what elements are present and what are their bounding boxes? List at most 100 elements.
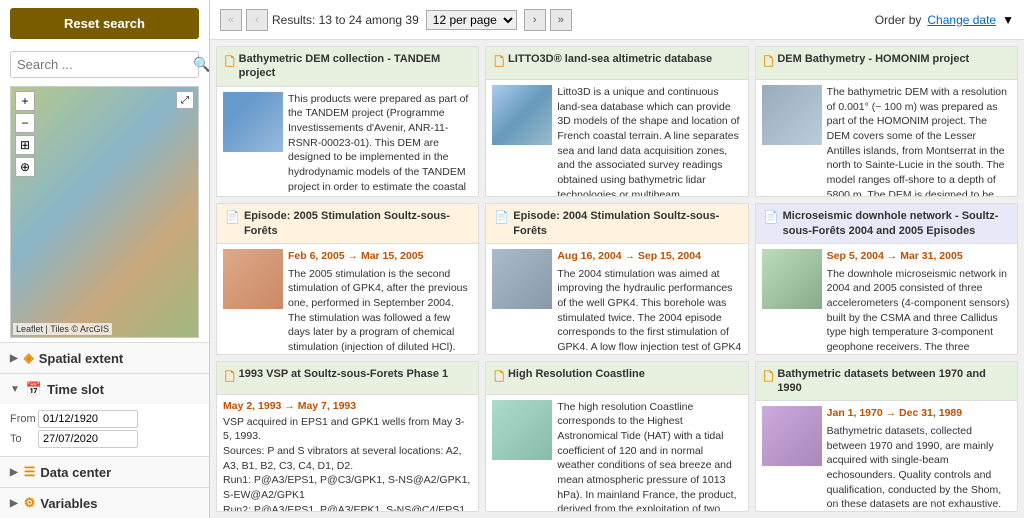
- card-text-coastline: The high resolution Coastline correspond…: [557, 400, 741, 512]
- card-date-ep2005: Feb 6, 2005 → Mar 15, 2005: [288, 249, 472, 264]
- chevron-right-icon: ▶: [10, 353, 18, 364]
- change-date-link[interactable]: Change date: [927, 13, 996, 27]
- card-text-ep2004: Aug 16, 2004 → Sep 15, 2004 The 2004 sti…: [557, 249, 741, 355]
- map-zoom-in-button[interactable]: +: [15, 91, 35, 111]
- sidebar-section-variables: ▶ ⚙ Variables: [0, 487, 209, 518]
- search-icon-button[interactable]: 🔍: [193, 56, 210, 73]
- order-by-label: Order by: [875, 13, 922, 27]
- to-date-input[interactable]: [38, 430, 138, 448]
- from-label: From: [10, 413, 38, 425]
- card-title-vsp: 1993 VSP at Soultz-sous-Forets Phase 1: [239, 367, 448, 381]
- card-header-vsp: 🗋 1993 VSP at Soultz-sous-Forets Phase 1: [217, 362, 478, 395]
- sidebar-item-spatial-extent[interactable]: ▶ ◈ Spatial extent: [0, 343, 209, 373]
- result-card-ep2004: 📄 Episode: 2004 Stimulation Soultz-sous-…: [485, 203, 748, 354]
- time-slot-content: From To: [0, 404, 209, 456]
- prev-page-button[interactable]: ‹: [246, 9, 268, 31]
- card-thumbnail-ep2005: [223, 249, 283, 309]
- card-thumbnail-bathy7090: [762, 406, 822, 466]
- map-placeholder: [11, 87, 198, 337]
- card-header-ep2004: 📄 Episode: 2004 Stimulation Soultz-sous-…: [486, 204, 747, 244]
- main-content: « ‹ Results: 13 to 24 among 39 12 per pa…: [210, 0, 1024, 518]
- result-card-tandem: 🗋 Bathymetric DEM collection - TANDEM pr…: [216, 46, 479, 197]
- result-card-homonim: 🗋 DEM Bathymetry - HOMONIM project The b…: [755, 46, 1018, 197]
- card-text-tandem: This products were prepared as part of t…: [288, 92, 472, 198]
- map-location-button[interactable]: ⊕: [15, 157, 35, 177]
- next-page-button[interactable]: ›: [524, 9, 546, 31]
- variables-icon: ⚙: [24, 495, 36, 511]
- card-header-bathy7090: 🗋 Bathymetric datasets between 1970 and …: [756, 362, 1017, 402]
- from-date-input[interactable]: [38, 410, 138, 428]
- card-text-homonim: The bathymetric DEM with a resolution of…: [827, 85, 1011, 197]
- card-title-homonim: DEM Bathymetry - HOMONIM project: [777, 52, 969, 66]
- card-date-vsp: May 2, 1993 → May 7, 1993: [223, 400, 472, 412]
- card-header-tandem: 🗋 Bathymetric DEM collection - TANDEM pr…: [217, 47, 478, 87]
- card-body-ep2004: Aug 16, 2004 → Sep 15, 2004 The 2004 sti…: [486, 244, 747, 355]
- sidebar-section-datacenter: ▶ ☰ Data center: [0, 456, 209, 487]
- calendar-icon: 📅: [26, 381, 42, 397]
- dataset-icon-bathy7090: 🗋: [764, 368, 774, 389]
- card-thumbnail-litto3d: [492, 85, 552, 145]
- map-controls: + − ⊞ ⊕: [15, 91, 35, 177]
- data-center-label: Data center: [40, 465, 111, 480]
- card-text-bathy7090: Jan 1, 1970 → Dec 31, 1989 Bathymetric d…: [827, 406, 1011, 512]
- dataset-icon2: 🗋: [494, 53, 504, 74]
- per-page-select[interactable]: 12 per page 24 per page 48 per page: [426, 10, 517, 30]
- chevron-right-icon2: ▶: [10, 467, 18, 478]
- card-date-micro: Sep 5, 2004 → Mar 31, 2005: [827, 249, 1011, 264]
- card-body-homonim: The bathymetric DEM with a resolution of…: [756, 80, 1017, 197]
- card-body-tandem: This products were prepared as part of t…: [217, 87, 478, 198]
- card-thumbnail-homonim: [762, 85, 822, 145]
- to-label: To: [10, 433, 38, 445]
- spatial-extent-label: Spatial extent: [39, 351, 124, 366]
- card-title-ep2004: Episode: 2004 Stimulation Soultz-sous-Fo…: [513, 209, 739, 238]
- sidebar-section-spatial: ▶ ◈ Spatial extent: [0, 342, 209, 373]
- result-card-coastline: 🗋 High Resolution Coastline The high res…: [485, 361, 748, 512]
- dataset-icon-coastline: 🗋: [494, 368, 504, 389]
- episode-icon2: 📄: [494, 210, 509, 224]
- card-header-coastline: 🗋 High Resolution Coastline: [486, 362, 747, 395]
- card-header-litto3d: 🗋 LITTO3D® land-sea altimetric database: [486, 47, 747, 80]
- card-title-coastline: High Resolution Coastline: [508, 367, 645, 381]
- reset-search-button[interactable]: Reset search: [10, 8, 199, 39]
- sidebar-item-data-center[interactable]: ▶ ☰ Data center: [0, 457, 209, 487]
- results-count-text: Results: 13 to 24 among 39: [272, 13, 419, 27]
- card-body-coastline: The high resolution Coastline correspond…: [486, 395, 747, 512]
- card-text-ep2005: Feb 6, 2005 → Mar 15, 2005 The 2005 stim…: [288, 249, 472, 355]
- card-title-micro: Microseismic downhole network - Soultz-s…: [783, 209, 1009, 238]
- card-header-homonim: 🗋 DEM Bathymetry - HOMONIM project: [756, 47, 1017, 80]
- card-body-bathy7090: Jan 1, 1970 → Dec 31, 1989 Bathymetric d…: [756, 401, 1017, 512]
- card-title-bathy7090: Bathymetric datasets between 1970 and 19…: [777, 367, 1009, 396]
- map-attribution: Leaflet | Tiles © ArcGIS: [13, 323, 112, 335]
- sidebar: Reset search 🔍 + − ⊞ ⊕ ⤢ Leaflet | Tiles…: [0, 0, 210, 518]
- card-thumbnail-micro: [762, 249, 822, 309]
- card-text-litto3d: Litto3D is a unique and continuous land-…: [557, 85, 741, 197]
- topbar: « ‹ Results: 13 to 24 among 39 12 per pa…: [210, 0, 1024, 40]
- chevron-right-icon3: ▶: [10, 498, 18, 509]
- result-card-bathy7090: 🗋 Bathymetric datasets between 1970 and …: [755, 361, 1018, 512]
- first-page-button[interactable]: «: [220, 9, 242, 31]
- card-body-litto3d: Litto3D is a unique and continuous land-…: [486, 80, 747, 197]
- last-page-button[interactable]: »: [550, 9, 572, 31]
- results-grid: 🗋 Bathymetric DEM collection - TANDEM pr…: [210, 40, 1024, 518]
- card-title-litto3d: LITTO3D® land-sea altimetric database: [508, 52, 712, 66]
- dataset-icon: 🗋: [225, 53, 235, 74]
- map-layers-button[interactable]: ⊞: [15, 135, 35, 155]
- card-thumbnail-coastline: [492, 400, 552, 460]
- from-date-row: From: [10, 410, 199, 428]
- card-text-vsp: VSP acquired in EPS1 and GPK1 wells from…: [223, 415, 472, 512]
- sidebar-item-time-slot[interactable]: ▼ 📅 Time slot: [0, 374, 209, 404]
- card-body-vsp: May 2, 1993 → May 7, 1993 VSP acquired i…: [217, 395, 478, 512]
- sidebar-item-variables[interactable]: ▶ ⚙ Variables: [0, 488, 209, 518]
- to-date-row: To: [10, 430, 199, 448]
- result-card-ep2005: 📄 Episode: 2005 Stimulation Soultz-sous-…: [216, 203, 479, 354]
- datacenter-icon: ☰: [24, 464, 36, 480]
- search-input[interactable]: [17, 57, 193, 72]
- time-slot-label: Time slot: [47, 382, 104, 397]
- card-header-ep2005: 📄 Episode: 2005 Stimulation Soultz-sous-…: [217, 204, 478, 244]
- map-expand-button[interactable]: ⤢: [176, 91, 194, 109]
- map-zoom-out-button[interactable]: −: [15, 113, 35, 133]
- result-card-litto3d: 🗋 LITTO3D® land-sea altimetric database …: [485, 46, 748, 197]
- card-thumbnail-tandem: [223, 92, 283, 152]
- result-card-vsp: 🗋 1993 VSP at Soultz-sous-Forets Phase 1…: [216, 361, 479, 512]
- card-body-micro: Sep 5, 2004 → Mar 31, 2005 The downhole …: [756, 244, 1017, 355]
